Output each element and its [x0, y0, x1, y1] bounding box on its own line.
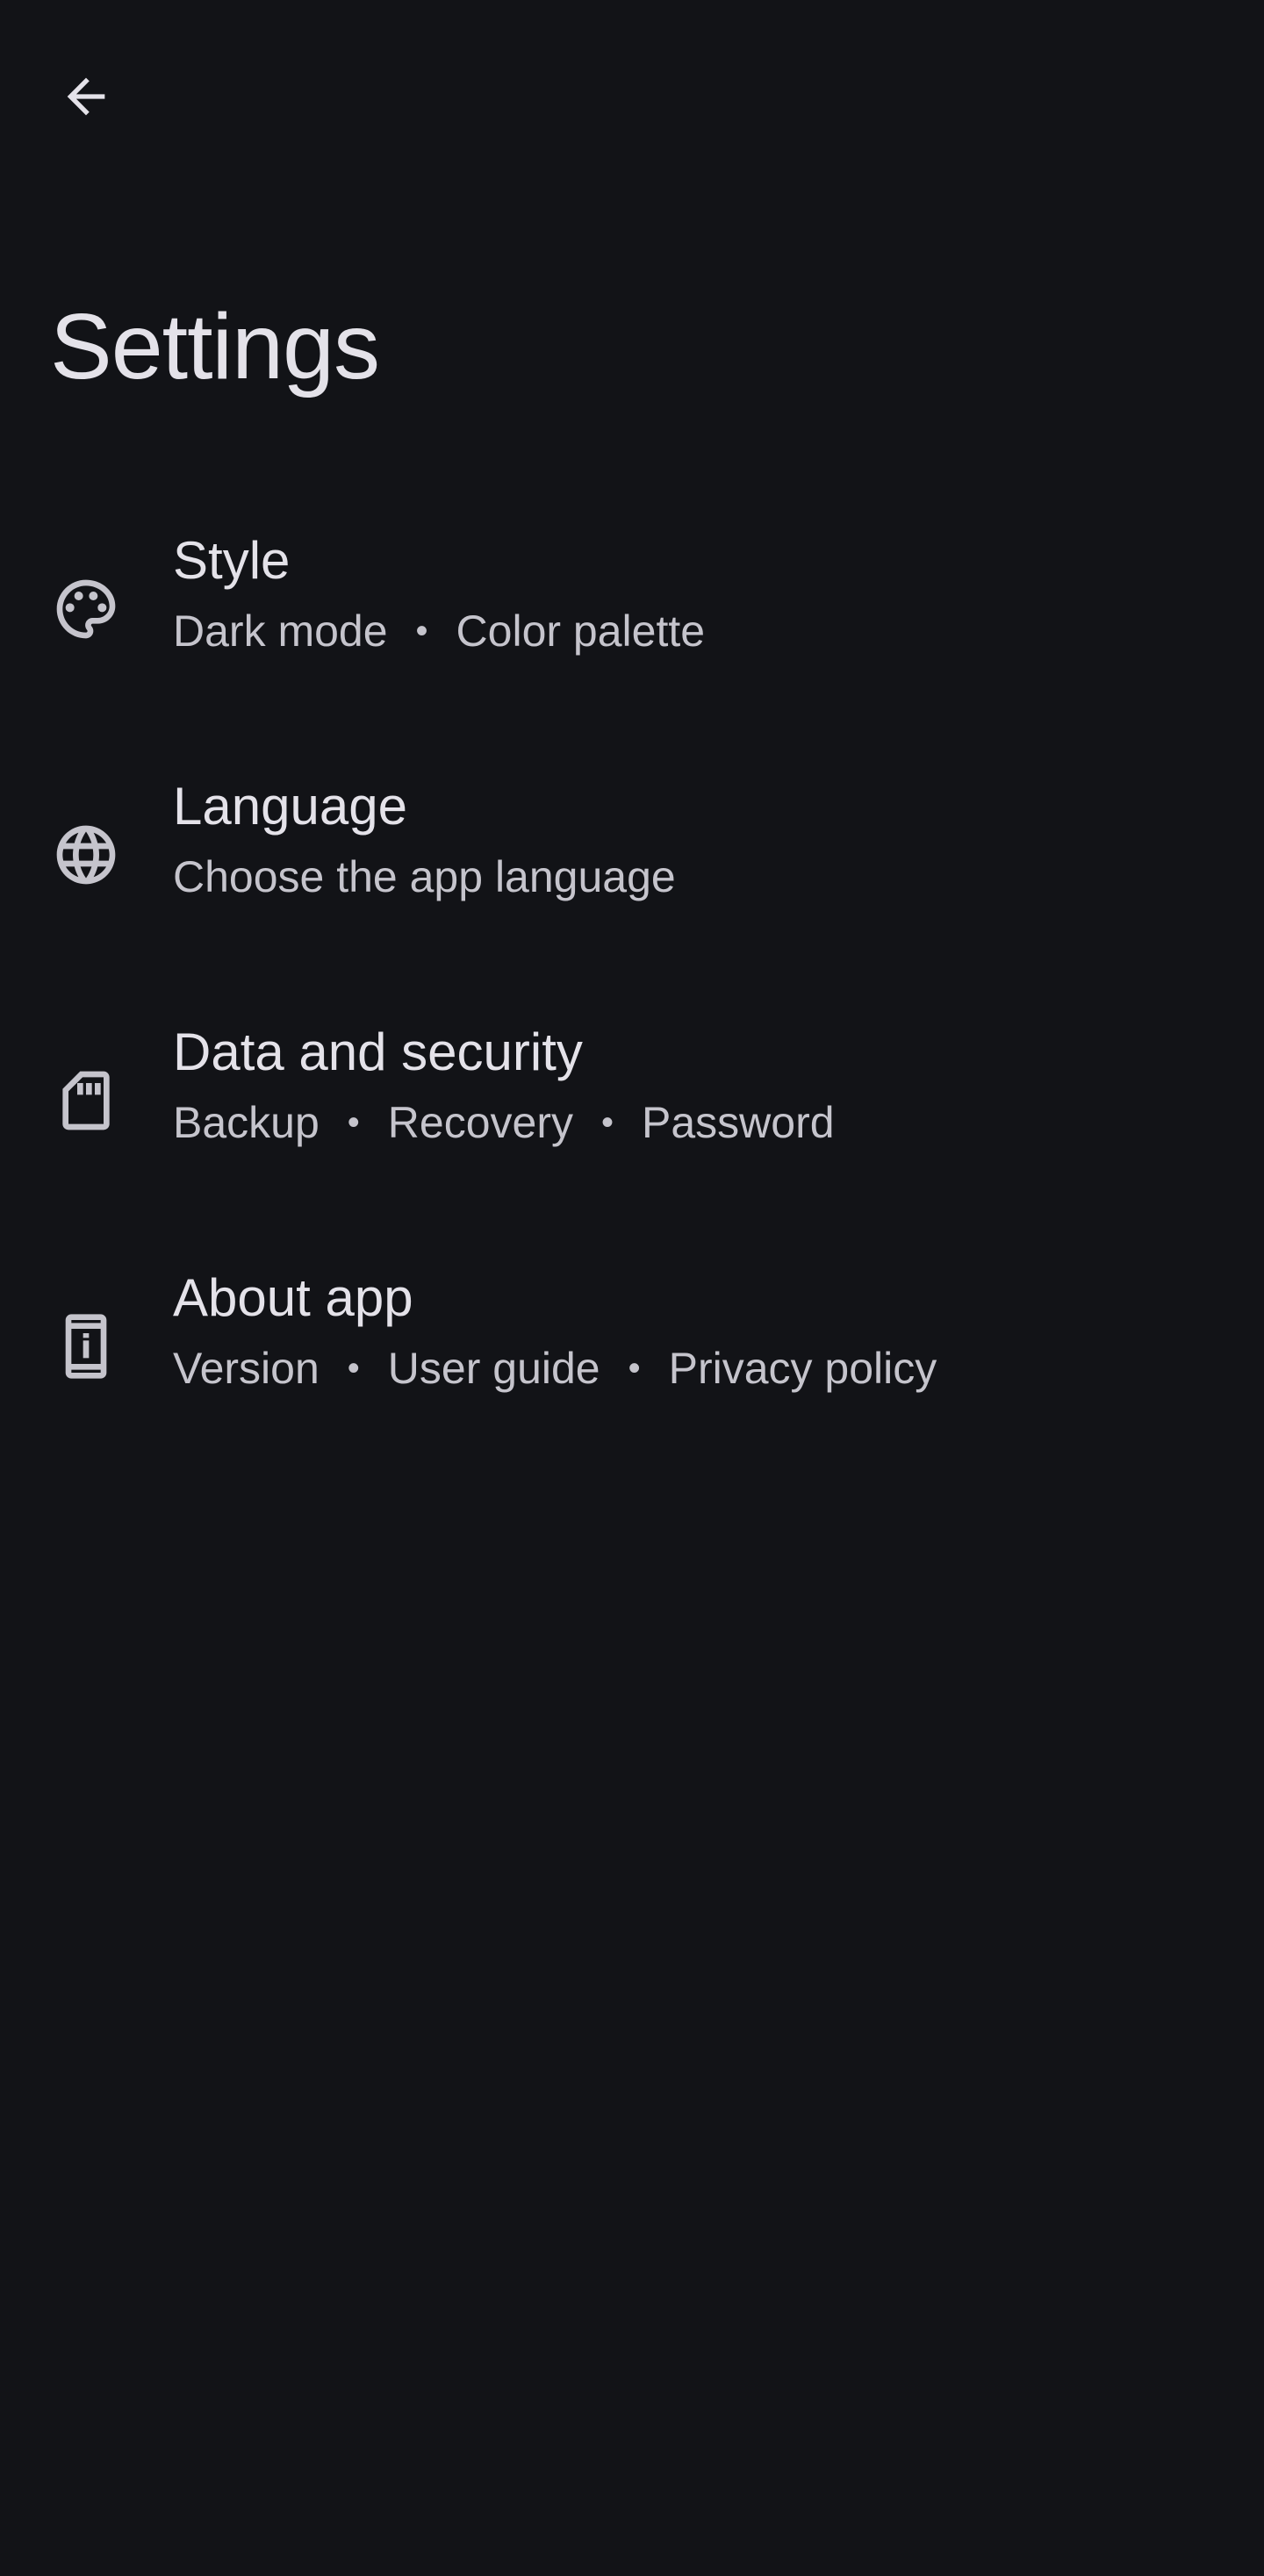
settings-item-data-and-security[interactable]: Data and security Backup • Recovery • Passwo… [0, 983, 1264, 1229]
subtitle-part: Recovery [387, 1098, 573, 1147]
palette-icon [49, 572, 123, 646]
settings-item-subtitle: Dark mode • Color palette [173, 600, 1229, 662]
settings-item-text: Style Dark mode • Color palette [173, 527, 1229, 662]
settings-item-text: Data and security Backup • Recovery • Passwo… [173, 1018, 1229, 1153]
settings-item-title: About app [173, 1268, 413, 1327]
settings-item-about-app[interactable]: About app Version • User guide • Privacy pol… [0, 1229, 1264, 1475]
back-button[interactable] [44, 54, 128, 139]
subtitle-part: Backup [173, 1098, 320, 1147]
arrow-back-icon [67, 77, 105, 116]
separator-dot: • [628, 1349, 641, 1388]
subtitle-part: Dark mode [173, 606, 388, 656]
settings-item-subtitle: Version • User guide • Privacy policy [173, 1338, 1229, 1399]
device-info-icon [49, 1310, 123, 1383]
page-title: Settings [50, 295, 380, 398]
subtitle-part: Color palette [456, 606, 706, 656]
separator-dot: • [347, 1103, 360, 1142]
settings-screen: Settings Style Dark mode • Color palette [0, 0, 1264, 2576]
settings-item-style[interactable]: Style Dark mode • Color palette [0, 492, 1264, 737]
settings-list: Style Dark mode • Color palette Language C… [0, 492, 1264, 1475]
settings-item-title: Data and security [173, 1023, 583, 1081]
subtitle-part: Choose the app language [173, 852, 676, 901]
subtitle-part: Privacy policy [668, 1344, 937, 1393]
separator-dot: • [415, 612, 428, 650]
globe-icon [49, 818, 123, 892]
subtitle-part: Version [173, 1344, 320, 1393]
settings-item-title: Language [173, 777, 407, 836]
subtitle-part: Password [642, 1098, 835, 1147]
separator-dot: • [600, 1103, 614, 1142]
settings-item-text: Language Choose the app language [173, 772, 1229, 908]
sd-card-icon [49, 1064, 123, 1137]
settings-item-title: Style [173, 531, 291, 590]
settings-item-subtitle: Backup • Recovery • Password [173, 1092, 1229, 1153]
settings-item-language[interactable]: Language Choose the app language [0, 737, 1264, 983]
settings-item-subtitle: Choose the app language [173, 846, 1229, 908]
settings-item-text: About app Version • User guide • Privacy pol… [173, 1264, 1229, 1399]
subtitle-part: User guide [387, 1344, 600, 1393]
top-app-bar [0, 0, 1264, 197]
separator-dot: • [347, 1349, 360, 1388]
